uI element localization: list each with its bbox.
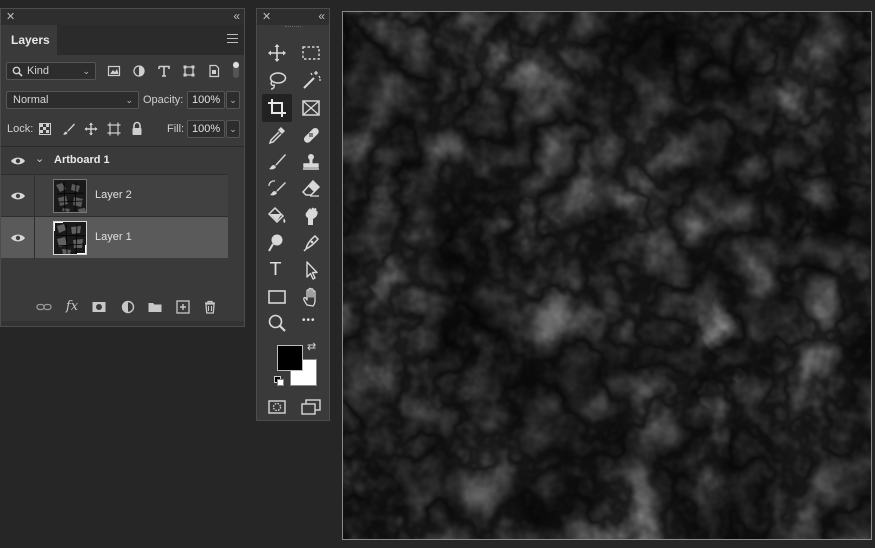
selection-corner <box>77 245 86 254</box>
layers-tabbar: Layers <box>1 25 244 55</box>
type-tool-glyph: T <box>270 259 281 280</box>
swap-colors-icon[interactable]: ⇄ <box>307 340 316 353</box>
layers-panel-header: ✕ « <box>1 9 244 25</box>
more-tools-button[interactable]: ••• <box>300 312 322 334</box>
fill-input[interactable]: 100% <box>187 120 225 138</box>
trash-icon[interactable] <box>202 299 218 315</box>
lasso-tool[interactable] <box>266 69 288 91</box>
opacity-dropdown-button[interactable]: ⌄ <box>226 91 240 109</box>
blend-mode-dropdown[interactable]: Normal ⌄ <box>6 91 139 109</box>
brush-tool[interactable] <box>266 151 288 173</box>
divider <box>34 175 35 217</box>
scrollbar-gutter[interactable] <box>228 148 244 258</box>
lock-transparent-pixels-icon[interactable] <box>38 122 52 136</box>
lock-all-icon[interactable] <box>130 121 144 136</box>
tab-layers[interactable]: Layers <box>1 25 57 55</box>
blend-mode-value: Normal <box>13 94 49 106</box>
artboard-name: Artboard 1 <box>54 154 110 166</box>
screen-mode-button[interactable] <box>300 396 322 418</box>
document-canvas[interactable] <box>342 11 872 540</box>
crop-tool[interactable] <box>266 97 288 119</box>
close-panel-icon[interactable]: ✕ <box>6 10 15 23</box>
eraser-tool[interactable] <box>300 178 322 200</box>
fill-label: Fill: <box>167 123 185 135</box>
fill-dropdown-button[interactable]: ⌄ <box>226 120 240 138</box>
eye-icon[interactable] <box>10 233 26 243</box>
layer-row-layer-1[interactable]: Layer 1 <box>1 216 228 259</box>
collapse-panel-icon[interactable]: « <box>233 9 240 23</box>
eye-icon[interactable] <box>10 156 26 166</box>
history-brush-tool[interactable] <box>266 178 288 200</box>
lock-row: Lock: Fill: 100% ⌄ <box>1 120 244 142</box>
marquee-tool[interactable] <box>300 42 322 64</box>
zoom-tool[interactable] <box>266 312 288 334</box>
chevron-down-icon[interactable]: ⌄ <box>35 152 44 165</box>
pen-tool[interactable] <box>300 232 322 254</box>
smudge-tool[interactable] <box>300 205 322 227</box>
more-icon: ••• <box>302 315 316 326</box>
lock-artboard-icon[interactable] <box>107 122 121 136</box>
lock-position-icon[interactable] <box>84 122 98 136</box>
layer-thumbnail <box>53 179 87 213</box>
move-tool[interactable] <box>266 42 288 64</box>
link-icon[interactable] <box>36 299 52 315</box>
adjustment-layer-filter-icon[interactable] <box>132 64 146 78</box>
smart-object-filter-icon[interactable] <box>207 64 221 78</box>
collapse-panel-icon[interactable]: « <box>318 9 325 23</box>
layers-panel: ✕ « Layers Kind ⌄ Normal ⌄ Opacity: 100%… <box>0 8 245 327</box>
quick-mask-button[interactable] <box>266 396 288 418</box>
tools-panel: ✕ « T ••• ⇄ <box>256 8 330 421</box>
panel-resize-handle[interactable] <box>1 321 244 326</box>
chevron-down-icon: ⌄ <box>125 95 133 105</box>
rectangle-tool[interactable] <box>266 286 288 308</box>
pixel-layer-filter-icon[interactable] <box>107 64 121 78</box>
selection-corner <box>54 222 63 231</box>
dodge-tool[interactable] <box>266 232 288 254</box>
filter-kind-dropdown[interactable]: Kind ⌄ <box>6 62 96 80</box>
layer-thumbnail <box>53 221 87 255</box>
close-panel-icon[interactable]: ✕ <box>262 10 271 23</box>
paint-bucket-tool[interactable] <box>266 205 288 227</box>
lock-label: Lock: <box>7 123 34 135</box>
folder-icon[interactable] <box>147 299 163 315</box>
blend-row: Normal ⌄ Opacity: 100% ⌄ <box>1 91 244 113</box>
new-layer-icon[interactable] <box>175 299 191 315</box>
opacity-label: Opacity: <box>143 94 184 106</box>
eye-icon[interactable] <box>10 191 26 201</box>
artboard-row[interactable]: ⌄ Artboard 1 <box>1 148 228 174</box>
path-selection-tool[interactable] <box>300 259 322 281</box>
adjustment-icon[interactable] <box>120 299 136 315</box>
eyedropper-tool[interactable] <box>266 124 288 146</box>
mask-icon[interactable] <box>91 299 107 315</box>
healing-brush-tool[interactable] <box>300 124 322 146</box>
chevron-down-icon: ⌄ <box>82 66 90 76</box>
divider <box>34 217 35 259</box>
tools-panel-header: ✕ « <box>257 9 329 25</box>
canvas-image <box>343 12 871 539</box>
shape-layer-filter-icon[interactable] <box>182 64 196 78</box>
layer-row-layer-2[interactable]: Layer 2 <box>1 174 228 217</box>
lock-image-pixels-icon[interactable] <box>62 122 76 136</box>
layers-footer: fx <box>1 299 244 319</box>
filter-row: Kind ⌄ <box>1 60 244 84</box>
layer-name: Layer 1 <box>95 231 132 243</box>
type-layer-filter-icon[interactable] <box>157 64 171 78</box>
divider <box>1 146 244 147</box>
grip-handle[interactable] <box>285 26 301 30</box>
filter-toggle-icon[interactable] <box>231 60 241 80</box>
opacity-input[interactable]: 100% <box>187 91 225 109</box>
type-tool[interactable]: T <box>266 259 288 281</box>
layer-name: Layer 2 <box>95 189 132 201</box>
hand-tool[interactable] <box>300 286 322 308</box>
panel-menu-icon[interactable] <box>227 34 238 44</box>
frame-tool[interactable] <box>300 97 322 119</box>
filter-kind-label: Kind <box>27 65 50 77</box>
magic-wand-tool[interactable] <box>300 69 322 91</box>
clone-stamp-tool[interactable] <box>300 151 322 173</box>
default-colors-icon[interactable] <box>274 376 284 386</box>
search-icon <box>12 66 23 77</box>
foreground-color-swatch[interactable] <box>277 345 303 371</box>
fx-icon[interactable]: fx <box>64 299 80 315</box>
